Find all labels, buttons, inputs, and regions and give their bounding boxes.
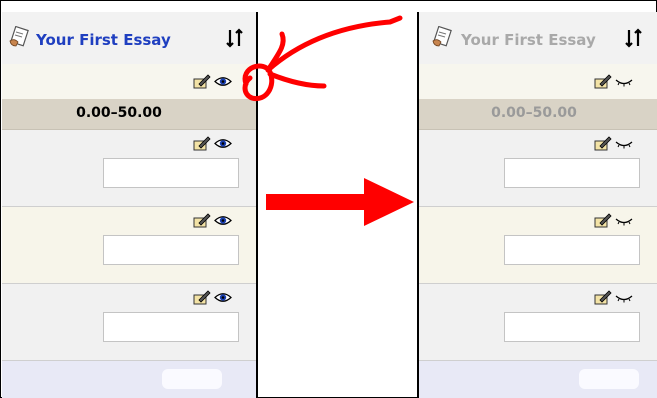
eye-icon[interactable] — [214, 291, 232, 304]
eye-closed-icon[interactable] — [615, 75, 633, 88]
student-grade-row — [419, 130, 657, 207]
column-tools-row — [2, 64, 256, 100]
student-grade-row — [419, 284, 657, 361]
eye-closed-icon[interactable] — [615, 214, 633, 227]
annotation-circle-arrow — [242, 15, 403, 102]
student-grade-row — [2, 284, 256, 361]
grade-input[interactable] — [103, 235, 239, 265]
grade-input[interactable] — [103, 312, 239, 342]
grade-range-row: 0.00–50.00 — [2, 99, 256, 130]
eye-icon[interactable] — [214, 214, 232, 227]
transition-arrow — [266, 178, 414, 226]
eye-closed-icon[interactable] — [615, 291, 633, 304]
edit-grade-icon[interactable] — [594, 73, 612, 89]
edit-grade-icon[interactable] — [594, 212, 612, 228]
column-title-link[interactable]: Your First Essay — [36, 31, 171, 49]
gradebook-column-after: Your First Essay 0.00–50.00 — [417, 12, 657, 398]
column-header: Your First Essay — [2, 12, 256, 65]
edit-grade-icon[interactable] — [594, 289, 612, 305]
grade-input[interactable] — [504, 158, 640, 188]
grade-input[interactable] — [504, 312, 640, 342]
student-grade-row — [419, 207, 657, 284]
essay-icon — [432, 26, 452, 47]
sort-arrows-icon[interactable] — [623, 27, 645, 49]
grade-range-row: 0.00–50.00 — [419, 99, 657, 130]
eye-closed-icon[interactable] — [615, 137, 633, 150]
edit-grade-icon[interactable] — [193, 73, 211, 89]
grade-range: 0.00–50.00 — [491, 105, 577, 121]
column-header: Your First Essay — [419, 12, 657, 65]
student-grade-row — [2, 207, 256, 284]
edit-grade-icon[interactable] — [193, 212, 211, 228]
grade-input[interactable] — [504, 235, 640, 265]
edit-grade-icon[interactable] — [193, 289, 211, 305]
column-title[interactable]: Your First Essay — [461, 31, 596, 49]
grade-range: 0.00–50.00 — [76, 105, 162, 121]
student-grade-row — [2, 130, 256, 207]
column-footer-row — [419, 361, 657, 398]
eye-icon[interactable] — [214, 137, 232, 150]
column-footer-row — [2, 361, 256, 398]
edit-grade-icon[interactable] — [594, 135, 612, 151]
redacted-area — [162, 369, 222, 389]
gradebook-column-before: Your First Essay 0.00–50.00 — [2, 12, 258, 398]
column-tools-row — [419, 64, 657, 100]
edit-grade-icon[interactable] — [193, 135, 211, 151]
grade-input[interactable] — [103, 158, 239, 188]
eye-icon[interactable] — [214, 75, 232, 88]
essay-icon — [9, 26, 29, 47]
redacted-area — [579, 369, 639, 389]
